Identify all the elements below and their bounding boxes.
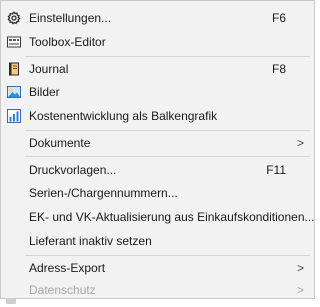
menu-item-label: Kostenentwicklung als Balkengrafik [29,109,218,123]
menu-item-kostenentwicklung[interactable]: Kostenentwicklung als Balkengrafik [1,105,314,127]
window-edge [0,298,317,307]
menu-item-label: EK- und VK-Aktualisierung aus Einkaufsko… [29,210,315,224]
shortcut-label: F6 [271,11,286,25]
shortcut-label: F11 [266,163,286,177]
context-menu: Einstellungen... F6 Toolbox-Editor Journ… [0,0,315,299]
menu-item-toolbox-editor[interactable]: Toolbox-Editor [1,31,314,53]
cursor-shadow-icon [6,298,16,304]
menu-item-label: Dokumente [29,136,91,150]
shortcut-label: F8 [271,62,286,76]
menu-item-druckvorlagen[interactable]: Druckvorlagen... F11 [1,159,314,181]
menu-item-label: Journal [29,62,69,76]
menu-item-adress-export[interactable]: Adress-Export > [1,257,314,279]
toolbox-icon [7,35,21,49]
menu-item-label: Bilder [29,85,60,99]
menu-item-label: Adress-Export [29,261,106,275]
chevron-right-icon: > [296,261,304,275]
gear-icon [7,11,21,25]
menu-item-label: Lieferant inaktiv setzen [29,234,152,248]
menu-item-serien-chargennummern[interactable]: Serien-/Chargennummern... [1,182,314,204]
menu-item-lieferant-inaktiv[interactable]: Lieferant inaktiv setzen [1,230,314,252]
menu-item-einstellungen[interactable]: Einstellungen... F6 [1,7,314,29]
chevron-right-icon: > [296,283,304,297]
menu-item-label: Serien-/Chargennummern... [29,186,178,200]
menu-separator [25,130,310,131]
menu-item-datenschutz: Datenschutz > [1,279,314,301]
menu-item-ek-vk-aktualisierung[interactable]: EK- und VK-Aktualisierung aus Einkaufsko… [1,206,315,228]
chevron-right-icon: > [296,136,304,150]
menu-item-dokumente[interactable]: Dokumente > [1,132,314,154]
menu-separator [25,56,310,57]
menu-separator [25,156,310,157]
menu-item-label: Toolbox-Editor [29,35,106,49]
journal-icon [7,62,21,76]
menu-item-label: Einstellungen... [29,11,112,25]
image-icon [7,85,21,99]
menu-item-label: Datenschutz [29,283,96,297]
menu-item-label: Druckvorlagen... [29,163,117,177]
menu-item-journal[interactable]: Journal F8 [1,58,314,80]
menu-separator [25,255,310,256]
menu-item-bilder[interactable]: Bilder [1,81,314,103]
bar-chart-icon [7,109,21,123]
